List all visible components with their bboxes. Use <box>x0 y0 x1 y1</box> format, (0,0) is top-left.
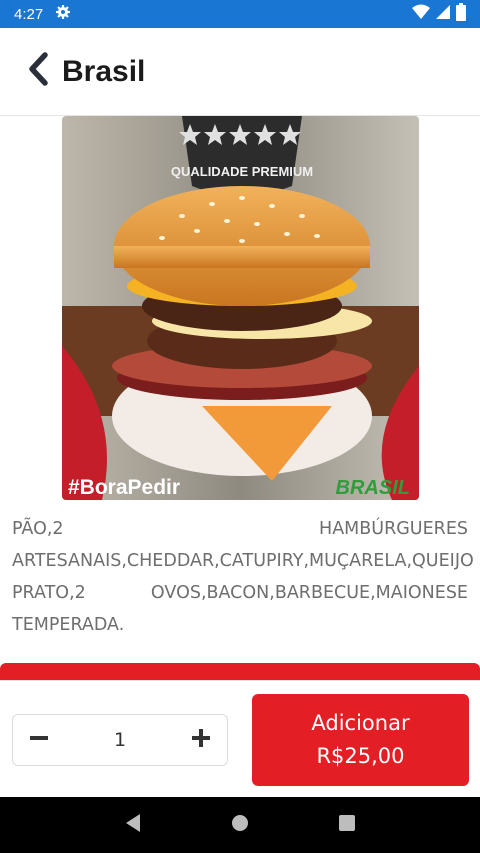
product-description: PÃO,2 HAMBÚRGUERES ARTESANAIS,CHEDDAR,CA… <box>12 519 474 635</box>
add-button-label: Adicionar <box>311 711 410 735</box>
add-button-price: R$25,00 <box>316 744 405 768</box>
bottom-action-bar: 1 Adicionar R$25,00 <box>0 680 480 797</box>
plus-icon <box>192 728 210 752</box>
wifi-icon <box>412 4 430 24</box>
product-image: QUALIDADE PREMIUM #BoraPedir BRASIL <box>62 116 419 500</box>
quantity-stepper: 1 <box>12 714 228 766</box>
system-nav-bar <box>0 797 480 853</box>
product-content: QUALIDADE PREMIUM #BoraPedir BRASIL PÃO,… <box>0 116 480 680</box>
square-recents-icon <box>338 814 356 837</box>
circle-home-icon <box>231 814 249 837</box>
quantity-value: 1 <box>113 729 127 751</box>
nav-home-button[interactable] <box>220 805 260 845</box>
chevron-left-icon <box>26 52 50 91</box>
quality-badge-text: QUALIDADE PREMIUM <box>171 164 313 179</box>
hashtag-text: #BoraPedir <box>68 476 180 499</box>
add-to-cart-button[interactable]: Adicionar R$25,00 <box>252 694 469 786</box>
cell-signal-icon <box>436 4 450 24</box>
status-bar: 4:27 <box>0 0 480 28</box>
status-time: 4:27 <box>14 5 44 23</box>
nav-recents-button[interactable] <box>327 805 367 845</box>
addons-section-header <box>0 663 480 680</box>
triangle-back-icon <box>124 813 142 838</box>
decrement-button[interactable] <box>27 728 51 752</box>
app-bar: Brasil <box>0 28 480 116</box>
back-button[interactable] <box>10 44 66 100</box>
minus-icon <box>30 729 48 752</box>
nav-back-button[interactable] <box>113 805 153 845</box>
settings-gear-icon <box>55 4 71 24</box>
page-title: Brasil <box>62 54 146 88</box>
battery-icon <box>456 3 466 25</box>
increment-button[interactable] <box>189 728 213 752</box>
brand-text: BRASIL <box>336 477 410 499</box>
